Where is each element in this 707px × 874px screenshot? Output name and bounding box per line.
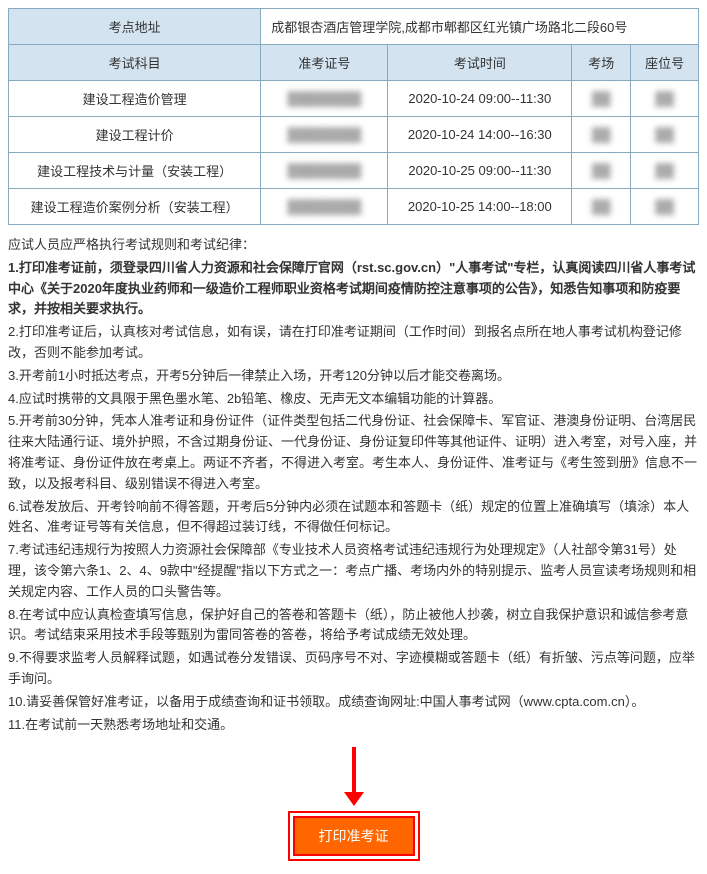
cell-seat: ██ (631, 189, 699, 225)
cell-ticket: ████████ (261, 117, 388, 153)
cell-time: 2020-10-25 09:00--11:30 (388, 153, 572, 189)
cell-subject: 建设工程技术与计量（安装工程） (9, 153, 261, 189)
arrow-indicator (8, 747, 699, 806)
exam-info-table: 考点地址 成都银杏酒店管理学院,成都市郫都区红光镇广场路北二段60号 考试科目 … (8, 8, 699, 225)
print-admission-button[interactable]: 打印准考证 (293, 816, 415, 856)
cell-seat: ██ (631, 153, 699, 189)
instr-3: 3.开考前1小时抵达考点，开考5分钟后一律禁止入场，开考120分钟以后才能交卷离… (8, 366, 699, 387)
instr-4: 4.应试时携带的文具限于黑色墨水笔、2b铅笔、橡皮、无声无文本编辑功能的计算器。 (8, 389, 699, 410)
cell-time: 2020-10-25 14:00--18:00 (388, 189, 572, 225)
instr-1: 1.打印准考证前，须登录四川省人力资源和社会保障厅官网（rst.sc.gov.c… (8, 258, 699, 320)
instr-9: 9.不得要求监考人员解释试题，如遇试卷分发错误、页码序号不对、字迹模糊或答题卡（… (8, 648, 699, 690)
cell-time: 2020-10-24 14:00--16:30 (388, 117, 572, 153)
instr-11: 11.在考试前一天熟悉考场地址和交通。 (8, 715, 699, 736)
instr-10: 10.请妥善保管好准考证，以备用于成绩查询和证书领取。成绩查询网址:中国人事考试… (8, 692, 699, 713)
table-row: 建设工程造价案例分析（安装工程） ████████ 2020-10-25 14:… (9, 189, 699, 225)
table-row: 建设工程计价 ████████ 2020-10-24 14:00--16:30 … (9, 117, 699, 153)
address-label: 考点地址 (9, 9, 261, 45)
header-seat: 座位号 (631, 45, 699, 81)
instructions-block: 应试人员应严格执行考试规则和考试纪律： 1.打印准考证前，须登录四川省人力资源和… (8, 235, 699, 735)
header-subject: 考试科目 (9, 45, 261, 81)
arrow-line (352, 747, 356, 792)
cell-room: ██ (572, 81, 631, 117)
header-room: 考场 (572, 45, 631, 81)
cell-room: ██ (572, 117, 631, 153)
instr-intro: 应试人员应严格执行考试规则和考试纪律： (8, 235, 699, 256)
table-row: 建设工程造价管理 ████████ 2020-10-24 09:00--11:3… (9, 81, 699, 117)
instr-6: 6.试卷发放后、开考铃响前不得答题，开考后5分钟内必须在试题本和答题卡（纸）规定… (8, 497, 699, 539)
instr-8: 8.在考试中应认真检查填写信息，保护好自己的答卷和答题卡（纸），防止被他人抄袭，… (8, 605, 699, 647)
instr-5: 5.开考前30分钟，凭本人准考证和身份证件（证件类型包括二代身份证、社会保障卡、… (8, 411, 699, 494)
cell-seat: ██ (631, 117, 699, 153)
cell-subject: 建设工程计价 (9, 117, 261, 153)
table-row: 建设工程技术与计量（安装工程） ████████ 2020-10-25 09:0… (9, 153, 699, 189)
header-ticket: 准考证号 (261, 45, 388, 81)
cell-subject: 建设工程造价案例分析（安装工程） (9, 189, 261, 225)
cell-ticket: ████████ (261, 153, 388, 189)
arrow-down-icon (344, 792, 364, 806)
address-value: 成都银杏酒店管理学院,成都市郫都区红光镇广场路北二段60号 (261, 9, 699, 45)
cell-room: ██ (572, 153, 631, 189)
cell-ticket: ████████ (261, 189, 388, 225)
cell-time: 2020-10-24 09:00--11:30 (388, 81, 572, 117)
cell-seat: ██ (631, 81, 699, 117)
cell-ticket: ████████ (261, 81, 388, 117)
cell-subject: 建设工程造价管理 (9, 81, 261, 117)
header-time: 考试时间 (388, 45, 572, 81)
instr-2: 2.打印准考证后，认真核对考试信息，如有误，请在打印准考证期间（工作时间）到报名… (8, 322, 699, 364)
cell-room: ██ (572, 189, 631, 225)
instr-7: 7.考试违纪违规行为按照人力资源社会保障部《专业技术人员资格考试违纪违规行为处理… (8, 540, 699, 602)
